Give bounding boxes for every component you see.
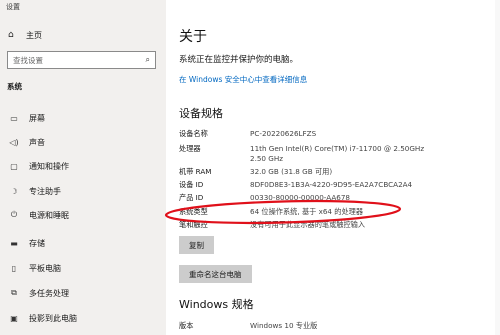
sidebar-item-storage[interactable]: ▬ 存储 [0, 231, 166, 255]
moon-icon: ☽ [10, 186, 18, 196]
spec-value-line2: 2.50 GHz [250, 154, 284, 163]
spec-system-type: 系统类型 64 位操作系统, 基于 x64 的处理器 [179, 207, 363, 217]
sidebar-item-label: 投影到此电脑 [29, 313, 77, 323]
nav-home[interactable]: ⌂ 主页 [8, 27, 42, 43]
sidebar-item-display[interactable]: ▭ 屏幕 [0, 106, 166, 130]
spec-pen-touch: 笔和触控 没有可用于此显示器的笔或触控输入 [179, 220, 365, 230]
section-heading: 系统 [7, 82, 22, 91]
sidebar-item-tablet[interactable]: ▯ 平板电脑 [0, 256, 166, 280]
sidebar-item-label: 屏幕 [29, 113, 45, 123]
spec-value: 32.0 GB (31.8 GB 可用) [250, 167, 333, 176]
sidebar-item-sound[interactable]: ◁) 声音 [0, 130, 166, 154]
tablet-icon: ▯ [11, 263, 17, 273]
search-placeholder: 查找设置 [13, 55, 43, 65]
security-details-link[interactable]: 在 Windows 安全中心中查看详细信息 [179, 74, 307, 85]
sidebar-item-power[interactable]: ⏻ 电源和睡眠 [0, 203, 166, 227]
sidebar-item-label: 专注助手 [29, 186, 61, 196]
spec-value: 00330-80000-00000-AA678 [250, 193, 350, 202]
sidebar-item-label: 声音 [29, 137, 45, 147]
spec-key: 版本 [179, 321, 194, 330]
home-icon: ⌂ [8, 30, 14, 40]
windows-specs-heading: Windows 规格 [179, 298, 254, 311]
scrollbar[interactable] [495, 0, 500, 335]
project-icon: ▣ [10, 313, 18, 323]
spec-key: 处理器 [179, 144, 201, 153]
sidebar-item-project[interactable]: ▣ 投影到此电脑 [0, 306, 166, 330]
spec-value: 64 位操作系统, 基于 x64 的处理器 [250, 207, 364, 216]
spec-key: 设备名称 [179, 129, 208, 138]
spec-key: 笔和触控 [179, 220, 208, 229]
spec-value: 8DF0D8E3-1B3A-4220-9D95-EA2A7CBCA2A4 [250, 180, 413, 189]
sidebar-item-multitasking[interactable]: ⧉ 多任务处理 [0, 281, 166, 305]
spec-key: 设备 ID [179, 180, 204, 189]
spec-device-id: 设备 ID 8DF0D8E3-1B3A-4220-9D95-EA2A7CBCA2… [179, 180, 412, 190]
copy-button[interactable]: 复制 [179, 236, 214, 254]
device-specs-heading: 设备规格 [179, 107, 223, 120]
sidebar-item-label: 存储 [29, 238, 45, 248]
spec-key: 机带 RAM [179, 167, 212, 176]
multitask-icon: ⧉ [11, 288, 17, 297]
spec-device-name: 设备名称 PC-20220626LFZS [179, 129, 316, 139]
sidebar-item-label: 通知和操作 [29, 161, 69, 171]
notification-icon: ▢ [10, 161, 18, 171]
rename-pc-button[interactable]: 重命名这台电脑 [179, 265, 252, 283]
window-title: 设置 [6, 3, 20, 11]
spec-value: 11th Gen Intel(R) Core(TM) i7-11700 @ 2.… [250, 144, 425, 153]
search-icon: ⌕ [145, 55, 150, 64]
speaker-icon: ◁) [9, 137, 19, 147]
sidebar-item-label: 电源和睡眠 [29, 210, 69, 220]
spec-product-id: 产品 ID 00330-80000-00000-AA678 [179, 193, 350, 203]
monitor-icon: ▭ [10, 113, 18, 123]
spec-value: 没有可用于此显示器的笔或触控输入 [250, 220, 366, 229]
sidebar: 设置 ⌂ 主页 查找设置 ⌕ 系统 ▭ 屏幕 ◁) 声音 ▢ 通知和操作 ☽ 专… [0, 0, 166, 335]
spec-value: PC-20220626LFZS [250, 129, 317, 138]
nav-home-label: 主页 [26, 30, 42, 40]
storage-icon: ▬ [10, 238, 18, 248]
sidebar-item-focus-assist[interactable]: ☽ 专注助手 [0, 179, 166, 203]
spec-ram: 机带 RAM 32.0 GB (31.8 GB 可用) [179, 167, 332, 177]
main-content: 关于 系统正在监控并保护你的电脑。 在 Windows 安全中心中查看详细信息 … [166, 0, 500, 335]
spec-edition: 版本 Windows 10 专业版 [179, 321, 317, 331]
sidebar-item-label: 平板电脑 [29, 263, 61, 273]
sidebar-item-notifications[interactable]: ▢ 通知和操作 [0, 154, 166, 178]
spec-key: 产品 ID [179, 193, 204, 202]
sidebar-item-label: 多任务处理 [29, 288, 69, 298]
page-title: 关于 [179, 29, 207, 45]
spec-key: 系统类型 [179, 207, 208, 216]
spec-processor: 处理器 11th Gen Intel(R) Core(TM) i7-11700 … [179, 144, 424, 164]
protection-status: 系统正在监控并保护你的电脑。 [179, 55, 299, 65]
search-input[interactable]: 查找设置 ⌕ [7, 51, 156, 69]
spec-value: Windows 10 专业版 [250, 321, 318, 330]
power-icon: ⏻ [10, 210, 18, 219]
